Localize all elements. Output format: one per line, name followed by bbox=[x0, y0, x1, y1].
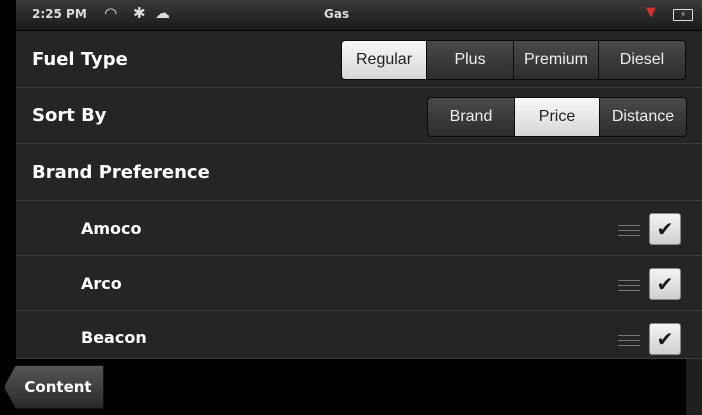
list-item[interactable]: Beacon ✔ bbox=[16, 311, 702, 359]
sort-by-selector: Brand Price Distance bbox=[427, 97, 687, 137]
footer-bar: Content bbox=[0, 359, 686, 415]
status-bar: 2:25 PM ◠ ✱ ☁ Gas ▼ ⚡ bbox=[16, 0, 702, 31]
brand-name: Beacon bbox=[81, 328, 147, 347]
content-back-button[interactable]: Content bbox=[4, 365, 104, 409]
brand-name: Arco bbox=[81, 274, 122, 293]
sort-price-button[interactable]: Price bbox=[515, 98, 599, 136]
sort-distance-button[interactable]: Distance bbox=[600, 98, 686, 136]
status-title: Gas bbox=[324, 7, 350, 21]
fuel-type-selector: Regular Plus Premium Diesel bbox=[341, 40, 686, 80]
fuel-diesel-button[interactable]: Diesel bbox=[599, 41, 685, 79]
brand-preference-header: Brand Preference bbox=[16, 144, 702, 201]
signal-icon: ▼ bbox=[646, 5, 656, 20]
bluetooth-icon: ✱ bbox=[133, 4, 146, 22]
app-frame: 2:25 PM ◠ ✱ ☁ Gas ▼ ⚡ Fuel Type Regular … bbox=[16, 0, 702, 415]
status-time: 2:25 PM bbox=[32, 7, 87, 21]
brand-preference-label: Brand Preference bbox=[32, 162, 210, 183]
brand-checkbox[interactable]: ✔ bbox=[649, 268, 681, 300]
fuel-plus-button[interactable]: Plus bbox=[427, 41, 513, 79]
sort-brand-button[interactable]: Brand bbox=[428, 98, 514, 136]
list-item[interactable]: Amoco ✔ bbox=[16, 201, 702, 256]
battery-icon: ⚡ bbox=[673, 9, 693, 21]
fuel-type-label: Fuel Type bbox=[32, 49, 128, 70]
wifi-icon: ◠ bbox=[105, 4, 117, 22]
drag-handle-icon[interactable] bbox=[618, 221, 640, 237]
cloud-sync-icon: ☁ bbox=[155, 4, 170, 22]
drag-handle-icon[interactable] bbox=[618, 276, 640, 292]
sort-by-label: Sort By bbox=[32, 105, 107, 126]
brand-name: Amoco bbox=[81, 219, 142, 238]
brand-checkbox[interactable]: ✔ bbox=[649, 213, 681, 245]
sort-by-row: Sort By Brand Price Distance bbox=[16, 88, 702, 144]
brand-checkbox[interactable]: ✔ bbox=[649, 323, 681, 355]
fuel-regular-button[interactable]: Regular bbox=[342, 41, 426, 79]
fuel-premium-button[interactable]: Premium bbox=[514, 41, 598, 79]
list-item[interactable]: Arco ✔ bbox=[16, 256, 702, 311]
drag-handle-icon[interactable] bbox=[618, 331, 640, 347]
fuel-type-row: Fuel Type Regular Plus Premium Diesel bbox=[16, 31, 702, 88]
